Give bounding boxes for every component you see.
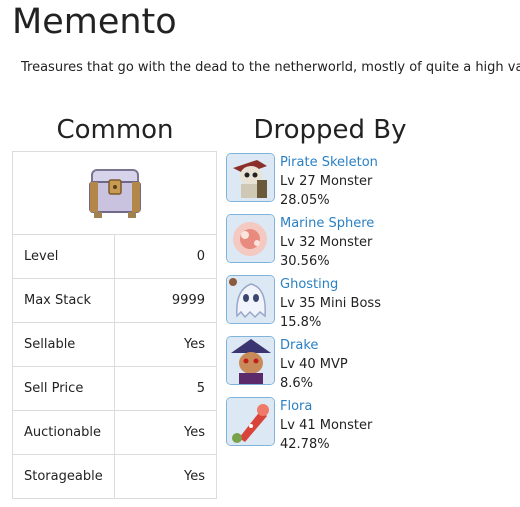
page-title: Memento	[12, 2, 177, 42]
row-value: Yes	[113, 410, 218, 455]
drop-rate: 28.05%	[280, 193, 330, 208]
monster-name-link[interactable]: Drake	[280, 336, 348, 355]
row-value: 5	[113, 366, 218, 411]
monster-level: Lv 41 Monster	[280, 418, 373, 433]
item-image-cell	[12, 151, 217, 235]
list-item: Marine Sphere Lv 32 Monster 30.56%	[226, 214, 520, 275]
row-value: 0	[113, 234, 218, 279]
row-label: Sellable	[12, 322, 115, 367]
common-heading: Common	[56, 115, 174, 145]
row-label: Storageable	[12, 454, 115, 499]
list-item: Ghosting Lv 35 Mini Boss 15.8%	[226, 275, 520, 336]
monster-name-link[interactable]: Pirate Skeleton	[280, 153, 378, 172]
table-row: Level 0	[12, 234, 218, 279]
pirate-skeleton-icon[interactable]	[226, 153, 275, 202]
table-row: Sell Price 5	[12, 366, 218, 411]
drop-rate: 30.56%	[280, 254, 330, 269]
list-item: Pirate Skeleton Lv 27 Monster 28.05%	[226, 153, 520, 214]
drop-rate: 42.78%	[280, 437, 330, 452]
table-row: Sellable Yes	[12, 322, 218, 367]
drop-rate: 8.6%	[280, 376, 314, 391]
monster-level: Lv 35 Mini Boss	[280, 296, 381, 311]
row-value: Yes	[113, 454, 218, 499]
marine-sphere-icon[interactable]	[226, 214, 275, 263]
monster-level: Lv 40 MVP	[280, 357, 348, 372]
dropped-by-list: Pirate Skeleton Lv 27 Monster 28.05% Mar…	[226, 153, 520, 458]
monster-level: Lv 32 Monster	[280, 235, 373, 250]
row-label: Max Stack	[12, 278, 115, 323]
dropped-by-heading: Dropped By	[253, 115, 407, 145]
item-stats-table: Level 0 Max Stack 9999 Sellable Yes Sell…	[12, 151, 218, 499]
row-label: Level	[12, 234, 115, 279]
table-row: Auctionable Yes	[12, 410, 218, 455]
drop-rate: 15.8%	[280, 315, 322, 330]
row-label: Auctionable	[12, 410, 115, 455]
monster-name-link[interactable]: Marine Sphere	[280, 214, 374, 233]
row-value: 9999	[113, 278, 218, 323]
monster-name-link[interactable]: Flora	[280, 397, 372, 416]
flora-icon[interactable]	[226, 397, 275, 446]
row-label: Sell Price	[12, 366, 115, 411]
item-description: Treasures that go with the dead to the n…	[21, 60, 520, 75]
drake-icon[interactable]	[226, 336, 275, 385]
treasure-chest-icon	[88, 169, 141, 218]
list-item: Drake Lv 40 MVP 8.6%	[226, 336, 520, 397]
row-value: Yes	[113, 322, 218, 367]
list-item: Flora Lv 41 Monster 42.78%	[226, 397, 520, 458]
ghosting-icon[interactable]	[226, 275, 275, 324]
monster-name-link[interactable]: Ghosting	[280, 275, 381, 294]
table-row: Max Stack 9999	[12, 278, 218, 323]
monster-level: Lv 27 Monster	[280, 174, 373, 189]
table-row: Storageable Yes	[12, 454, 218, 499]
